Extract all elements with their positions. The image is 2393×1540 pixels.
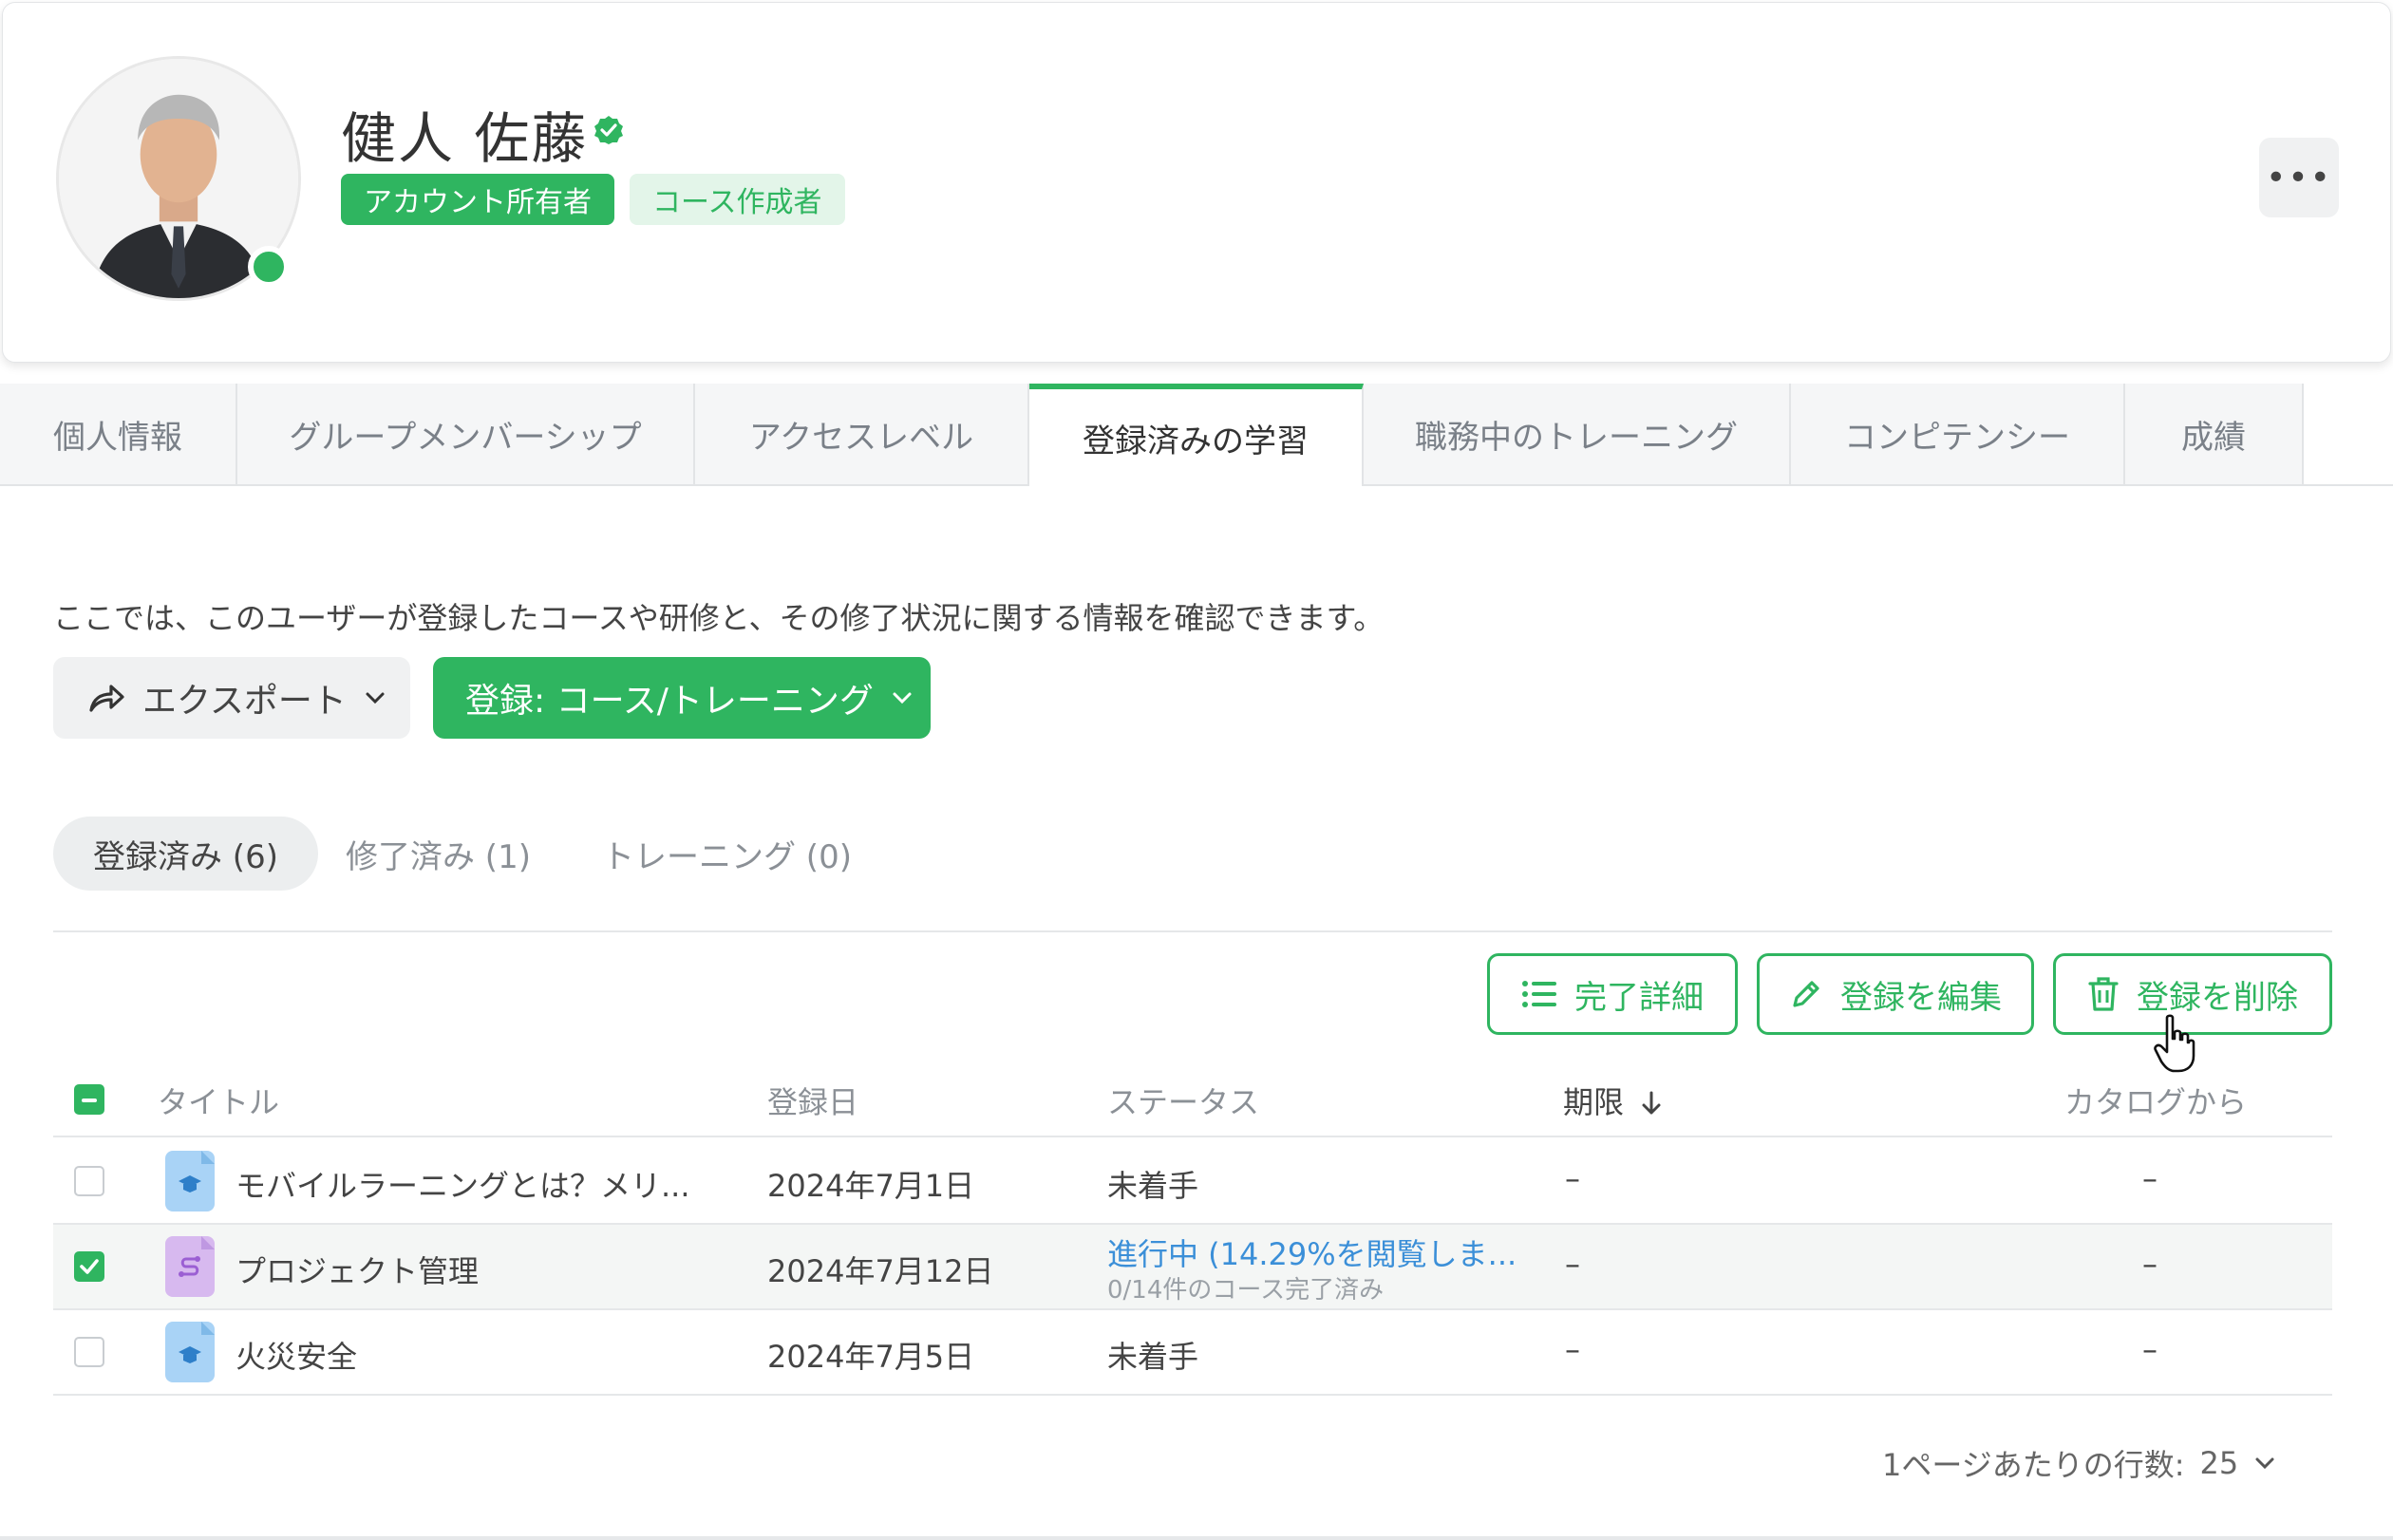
chevron-down-icon <box>2255 1457 2274 1470</box>
subtab-completed[interactable]: 修了済み (1) <box>346 817 531 891</box>
subtab-training[interactable]: トレーニング (0) <box>602 817 852 891</box>
table-header: タイトル 登録日 ステータス 期限 カタログから <box>53 1061 2332 1137</box>
section-description: ここでは、このユーザーが登録したコースや研修と、その修了状況に関する情報を確認で… <box>53 600 1385 636</box>
chevron-down-icon <box>893 692 912 704</box>
course-icon <box>165 1322 215 1382</box>
row-checkbox[interactable] <box>74 1337 104 1367</box>
hand-cursor-icon <box>2154 1014 2195 1073</box>
row-from-catalog: – <box>2142 1246 2157 1282</box>
trash-icon <box>2088 977 2119 1011</box>
learning-path-icon <box>165 1236 215 1297</box>
enroll-course-training-button[interactable]: 登録: コース/トレーニング <box>433 657 931 739</box>
completion-details-button[interactable]: 完了詳細 <box>1487 953 1738 1035</box>
row-enrolled-date: 2024年7月12日 <box>767 1253 994 1289</box>
row-enrolled-date: 2024年7月1日 <box>767 1168 975 1204</box>
export-label: エクスポート <box>142 682 347 721</box>
row-title[interactable]: 火災安全 <box>236 1333 357 1377</box>
select-all-checkbox[interactable] <box>74 1084 104 1115</box>
tab-competencies[interactable]: コンピテンシー <box>1791 384 2125 484</box>
row-checkbox[interactable] <box>74 1251 104 1282</box>
list-icon <box>1522 981 1556 1007</box>
user-name: 健人 佐藤 <box>341 106 589 171</box>
row-from-catalog: – <box>2142 1331 2157 1367</box>
course-icon <box>165 1151 215 1211</box>
row-title[interactable]: プロジェクト管理 <box>236 1248 479 1291</box>
edit-enrollment-button[interactable]: 登録を編集 <box>1757 953 2034 1035</box>
table-row[interactable]: 火災安全 2024年7月5日 未着手 – – <box>53 1310 2332 1396</box>
share-arrow-icon <box>89 685 124 712</box>
chevron-down-icon <box>366 692 385 704</box>
pencil-icon <box>1793 981 1819 1007</box>
verified-icon <box>594 116 623 144</box>
edit-enrollment-label: 登録を編集 <box>1840 978 2002 1017</box>
column-from-catalog[interactable]: カタログから <box>2064 1079 2247 1122</box>
row-due-date: – <box>1565 1160 1580 1196</box>
tab-access-level[interactable]: アクセスレベル <box>695 384 1029 484</box>
tab-group-membership[interactable]: グループメンバーシップ <box>237 384 695 484</box>
column-status[interactable]: ステータス <box>1107 1079 1259 1122</box>
sort-arrow-down-icon <box>1642 1091 1661 1115</box>
table-row[interactable]: モバイルラーニングとは？メリ... 2024年7月1日 未着手 – – <box>53 1139 2332 1225</box>
column-title[interactable]: タイトル <box>158 1079 279 1122</box>
profile-card: 健人 佐藤 アカウント所有者 コース作成者 ••• <box>2 2 2391 363</box>
tab-enrolled-learning[interactable]: 登録済みの学習 <box>1029 384 1364 486</box>
subtab-enrolled[interactable]: 登録済み (6) <box>53 817 318 891</box>
row-status-detail: 0/14件のコース完了済み <box>1107 1276 1385 1305</box>
profile-tabs: 個人情報 グループメンバーシップ アクセスレベル 登録済みの学習 職務中のトレー… <box>0 384 2393 486</box>
role-badge-account-owner: アカウント所有者 <box>341 174 614 225</box>
rows-per-page-selector[interactable]: 1ページあたりの行数: 25 <box>1882 1441 2276 1485</box>
enroll-label: 登録: コース/トレーニング <box>465 682 874 721</box>
tab-personal-info[interactable]: 個人情報 <box>0 384 237 484</box>
role-badges: アカウント所有者 コース作成者 <box>341 174 845 225</box>
online-status-indicator <box>248 246 290 288</box>
tab-on-the-job-training[interactable]: 職務中のトレーニング <box>1364 384 1791 484</box>
row-status: 未着手 <box>1107 1168 1199 1204</box>
column-due-date-label: 期限 <box>1563 1084 1625 1120</box>
delete-enrollment-label: 登録を削除 <box>2137 978 2298 1017</box>
column-enrolled-date[interactable]: 登録日 <box>767 1079 858 1122</box>
page-bottom-edge <box>0 1536 2393 1540</box>
role-badge-course-creator: コース作成者 <box>630 174 845 225</box>
rows-per-page-label: 1ページあたりの行数: <box>1882 1447 2185 1483</box>
export-button[interactable]: エクスポート <box>53 657 410 739</box>
row-enrolled-date: 2024年7月5日 <box>767 1339 975 1375</box>
row-due-date: – <box>1565 1331 1580 1367</box>
row-due-date: – <box>1565 1246 1580 1282</box>
row-checkbox[interactable] <box>74 1166 104 1196</box>
table-row[interactable]: プロジェクト管理 2024年7月12日 進行中 (14.29%を閲覧しま... … <box>53 1225 2332 1310</box>
row-from-catalog: – <box>2142 1160 2157 1196</box>
completion-details-label: 完了詳細 <box>1574 978 1704 1017</box>
column-due-date[interactable]: 期限 <box>1563 1079 1662 1122</box>
row-status[interactable]: 進行中 (14.29%を閲覧しま... <box>1107 1230 1517 1274</box>
page: 健人 佐藤 アカウント所有者 コース作成者 ••• 個人情報 グループメンバーシ… <box>0 0 2393 1540</box>
rows-per-page-value: 25 <box>2199 1445 2239 1481</box>
row-title[interactable]: モバイルラーニングとは？メリ... <box>236 1162 690 1206</box>
section-divider <box>53 930 2332 932</box>
more-options-button[interactable]: ••• <box>2259 138 2339 217</box>
tab-grades[interactable]: 成績 <box>2125 384 2304 484</box>
row-status: 未着手 <box>1107 1339 1199 1375</box>
